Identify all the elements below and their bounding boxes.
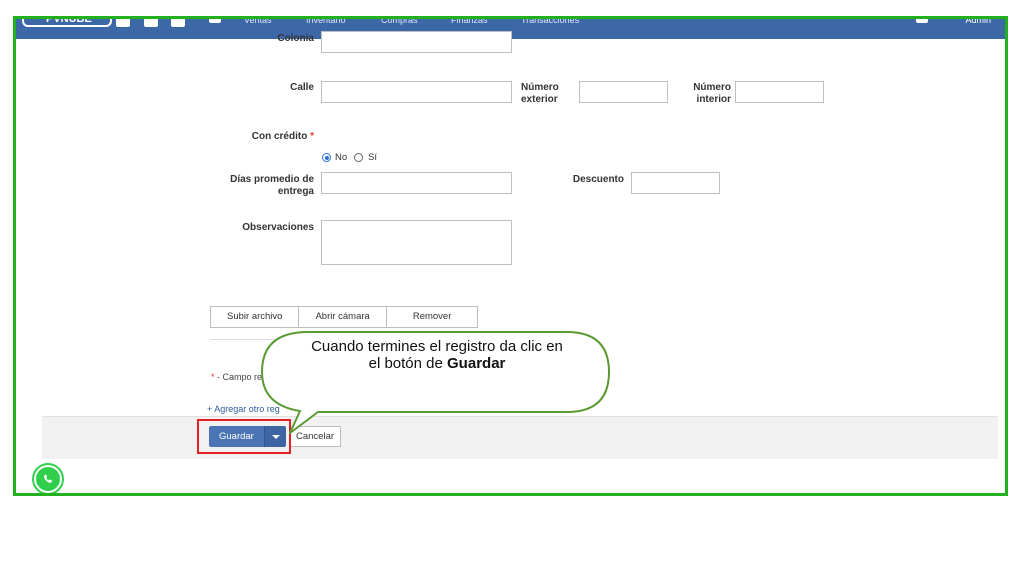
callout-text: Cuando termines el registro da clic en e… — [265, 338, 609, 372]
callout-bubble — [261, 331, 610, 434]
callout-line-1: Cuando termines el registro da clic en — [311, 338, 563, 355]
callout-line-2: el botón de Guardar — [368, 355, 506, 372]
